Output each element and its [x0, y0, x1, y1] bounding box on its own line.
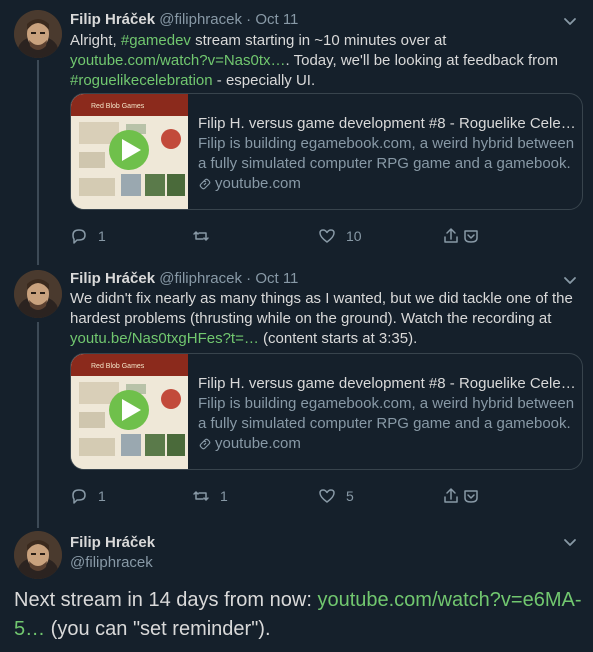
save-icon[interactable] — [462, 487, 480, 505]
tweet-text-part: We didn't fix nearly as many things as I… — [70, 290, 573, 327]
video-thumbnail[interactable]: Red Blob Games — [71, 94, 188, 209]
tweet-text-part: Alright, — [70, 32, 121, 49]
video-thumbnail[interactable]: Red Blob Games — [71, 354, 188, 469]
tweet-header: Filip Hráček @filiphracek · Oct 11 — [70, 10, 298, 30]
share-button[interactable] — [442, 226, 480, 246]
retweet-icon — [193, 231, 209, 241]
hashtag-link[interactable]: #gamedev — [121, 32, 191, 49]
main-tweet-text: Next stream in 14 days from now: youtube… — [14, 586, 584, 644]
reply-icon — [72, 489, 86, 504]
reply-icon — [72, 229, 86, 244]
link-card[interactable]: Red Blob Games Filip H. versus game deve… — [70, 93, 583, 210]
tweet-text-part: Next stream in 14 days from now: — [14, 589, 318, 611]
retweet-button[interactable]: 1 — [192, 486, 228, 506]
retweet-count: 1 — [220, 488, 228, 504]
link-card[interactable]: Red Blob Games Filip H. versus game deve… — [70, 353, 583, 470]
reply-count: 1 — [98, 228, 106, 244]
separator: · — [246, 11, 252, 28]
card-title: Filip H. versus game development #8 - Ro… — [198, 115, 578, 132]
heart-icon — [319, 229, 335, 243]
author-handle[interactable]: @filiphracek — [159, 270, 242, 287]
card-description: Filip is building egamebook.com, a weird… — [198, 135, 575, 172]
card-domain: youtube.com — [198, 434, 578, 454]
hashtag-link[interactable]: #roguelikecelebration — [70, 72, 213, 89]
save-icon[interactable] — [462, 227, 480, 245]
card-domain: youtube.com — [198, 174, 578, 194]
chevron-down-icon[interactable] — [561, 533, 579, 551]
link-icon — [199, 438, 211, 450]
share-icon — [444, 488, 458, 503]
separator: · — [246, 270, 252, 287]
url-link[interactable]: youtube.com/watch?v=Nas0tx… — [70, 52, 286, 69]
tweet-text: We didn't fix nearly as many things as I… — [70, 289, 582, 349]
avatar[interactable] — [14, 531, 62, 579]
share-button[interactable] — [442, 486, 480, 506]
tweet-text-part: - especially UI. — [212, 72, 316, 89]
tweet-date[interactable]: Oct 11 — [255, 270, 298, 287]
card-description: Filip is building egamebook.com, a weird… — [198, 395, 575, 432]
retweet-icon — [193, 491, 209, 501]
tweet[interactable]: Filip Hráček @filiphracek · Oct 11 We di… — [0, 262, 593, 528]
card-title: Filip H. versus game development #8 - Ro… — [198, 375, 578, 392]
like-button[interactable]: 10 — [318, 226, 362, 246]
link-icon — [199, 178, 211, 190]
tweet-header: Filip Hráček @filiphracek · Oct 11 — [70, 269, 298, 289]
tweet-text-part: (content starts at 3:35). — [258, 330, 418, 347]
card-domain-text: youtube.com — [215, 435, 301, 452]
author-name[interactable]: Filip Hráček — [70, 270, 155, 287]
tweet-text-part: (you can "set reminder"). — [45, 618, 271, 640]
tweet-actions: 1 10 — [70, 226, 490, 246]
thumbnail-title: Red Blob Games — [91, 103, 145, 110]
author-name[interactable]: Filip Hráček — [70, 533, 155, 553]
thumbnail-title: Red Blob Games — [91, 363, 145, 370]
tweet-date[interactable]: Oct 11 — [255, 11, 298, 28]
main-tweet[interactable]: Filip Hráček @filiphracek Next stream in… — [0, 528, 593, 652]
reply-button[interactable]: 1 — [70, 486, 106, 506]
tweet-actions: 1 1 5 — [70, 486, 490, 506]
chevron-down-icon[interactable] — [561, 12, 579, 30]
author-handle[interactable]: @filiphracek — [70, 553, 155, 573]
like-button[interactable]: 5 — [318, 486, 354, 506]
avatar[interactable] — [14, 270, 62, 318]
like-count: 5 — [346, 488, 354, 504]
retweet-button[interactable] — [192, 226, 220, 246]
tweet-text-part: . Today, we'll be looking at feedback fr… — [285, 52, 558, 69]
card-body: Filip H. versus game development #8 - Ro… — [198, 374, 578, 454]
heart-icon — [319, 489, 335, 503]
card-domain-text: youtube.com — [215, 175, 301, 192]
main-author[interactable]: Filip Hráček @filiphracek — [70, 533, 155, 573]
author-handle[interactable]: @filiphracek — [159, 11, 242, 28]
url-link[interactable]: youtu.be/Nas0txgHFes?t=… — [70, 330, 259, 347]
tweet-text: Alright, #gamedev stream starting in ~10… — [70, 31, 582, 91]
reply-button[interactable]: 1 — [70, 226, 106, 246]
tweet[interactable]: Filip Hráček @filiphracek · Oct 11 Alrig… — [0, 0, 593, 262]
author-name[interactable]: Filip Hráček — [70, 11, 155, 28]
avatar[interactable] — [14, 10, 62, 58]
share-icon — [444, 228, 458, 243]
reply-count: 1 — [98, 488, 106, 504]
card-body: Filip H. versus game development #8 - Ro… — [198, 114, 578, 194]
chevron-down-icon[interactable] — [561, 271, 579, 289]
tweet-text-part: stream starting in ~10 minutes over at — [190, 32, 447, 49]
like-count: 10 — [346, 228, 362, 244]
